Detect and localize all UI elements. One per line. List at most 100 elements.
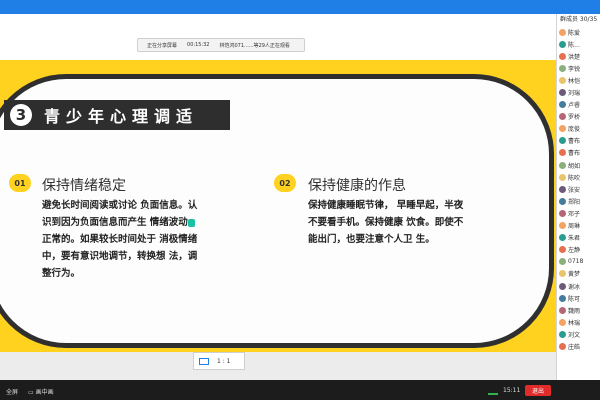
avatar (559, 161, 566, 169)
screen-icon (199, 357, 209, 365)
member-item[interactable]: 0718 (557, 256, 600, 268)
exit-button[interactable]: 退出 (525, 385, 551, 396)
member-item[interactable]: 魏雨 (557, 304, 600, 316)
meeting-timer: 00:15:32 (187, 42, 210, 48)
item-line: 识到因为负面信息而产生 情绪波动 (42, 214, 217, 231)
member-item[interactable]: 左静 (557, 244, 600, 256)
bottom-control-bar: 全屏 ▭ 画中画 15:11 退出 (0, 380, 600, 400)
member-item[interactable]: 胡如 (557, 159, 600, 171)
share-status-bar[interactable]: 正在分享屏幕 00:15:32 林恺鸿071......等29人正在观看 (137, 38, 305, 52)
avatar (559, 76, 566, 84)
member-item[interactable]: 刘文 (557, 328, 600, 340)
member-name: 黄梦 (568, 271, 581, 279)
member-item[interactable]: 曹布 (557, 147, 600, 159)
member-name: 周琳 (568, 223, 581, 231)
item-line: 不要看手机。保持健康 饮食。即使不 (308, 217, 464, 228)
member-item[interactable]: 洪楚 (557, 50, 600, 62)
fullscreen-button[interactable]: 全屏 (6, 387, 18, 396)
member-item[interactable]: 谢冰 (557, 280, 600, 292)
cursor-marker-icon (187, 218, 195, 227)
member-item[interactable]: 曹布 (557, 135, 600, 147)
member-name: 林恺 (568, 77, 581, 85)
ratio-control[interactable]: 1 : 1 (193, 352, 245, 370)
member-name: 陈吹 (568, 174, 581, 182)
member-item[interactable]: 罗桥 (557, 111, 600, 123)
member-item[interactable]: 邓子 (557, 207, 600, 219)
member-item[interactable]: 陈爱 (557, 26, 600, 38)
avatar (559, 318, 566, 326)
avatar (559, 52, 566, 60)
avatar (559, 306, 566, 314)
avatar (559, 149, 566, 157)
avatar (559, 89, 566, 97)
item-number-badge: 01 (9, 174, 31, 192)
member-name: 庞俊 (568, 126, 581, 134)
avatar (559, 246, 566, 254)
item-line: 整行为。 (42, 268, 81, 279)
member-panel: 群成员 30/35 陈爱 陈… 洪楚 李锐 林恺 刘瑞 卢睿 罗桥 庞俊 曹布 曹布 胡如 陈吹 张安 郑阳… (556, 14, 600, 380)
avatar (559, 28, 566, 36)
member-item[interactable]: 刘瑞 (557, 86, 600, 98)
member-name: 刘瑞 (568, 90, 581, 98)
section-number: 3 (10, 104, 32, 126)
member-item[interactable]: 陈… (557, 38, 600, 50)
item-title: 保持情绪稳定 (42, 178, 126, 194)
picture-in-picture-button[interactable]: ▭ 画中画 (28, 387, 54, 396)
item-number-badge: 02 (274, 174, 296, 192)
member-name: 左静 (568, 247, 581, 255)
member-name: 郑阳 (568, 198, 581, 206)
member-item[interactable]: 庞俊 (557, 123, 600, 135)
member-item[interactable]: 陈可 (557, 292, 600, 304)
viewer-count: 林恺鸿071......等29人正在观看 (219, 42, 290, 49)
avatar (559, 330, 566, 338)
avatar (559, 173, 566, 181)
avatar (559, 185, 566, 193)
avatar (559, 137, 566, 145)
member-item[interactable]: 李锐 (557, 62, 600, 74)
member-name: 胡如 (568, 162, 581, 170)
member-name: 李锐 (568, 65, 581, 73)
member-item[interactable]: 黄梦 (557, 268, 600, 280)
member-list: 陈爱 陈… 洪楚 李锐 林恺 刘瑞 卢睿 罗桥 庞俊 曹布 曹布 胡如 陈吹 张安 郑阳 邓子 周琳 朱君 左静 07… (557, 26, 600, 353)
member-item[interactable]: 朱君 (557, 232, 600, 244)
avatar (559, 40, 566, 48)
toolbar-strip (0, 352, 556, 380)
avatar (559, 294, 566, 302)
member-name: 邓子 (568, 210, 581, 218)
member-name: 魏雨 (568, 307, 581, 315)
member-name: 刘文 (568, 331, 581, 339)
avatar (559, 282, 566, 290)
member-item[interactable]: 周琳 (557, 220, 600, 232)
meeting-header (0, 14, 556, 60)
member-item[interactable]: 郑阳 (557, 195, 600, 207)
member-name: 陈爱 (568, 29, 581, 37)
member-item[interactable]: 卢睿 (557, 99, 600, 111)
avatar (559, 101, 566, 109)
item-line: 能出门，也要注意个人卫 生。 (308, 234, 435, 245)
ratio-label: 1 : 1 (217, 357, 231, 365)
member-name: 曹布 (568, 150, 581, 158)
avatar (559, 222, 566, 230)
item-line: 避免长时间阅读或讨论 负面信息。认 (42, 200, 198, 211)
member-item[interactable]: 林瑞 (557, 316, 600, 328)
member-name: 林瑞 (568, 319, 581, 327)
member-name: 卢睿 (568, 102, 581, 110)
item-line: 中，要有意识地调节，转换想 法，调 (42, 251, 198, 262)
pip-label: 画中画 (35, 389, 54, 396)
member-item[interactable]: 林恺 (557, 74, 600, 86)
avatar (559, 64, 566, 72)
item-line: 正常的。如果较长时间处于 消极情绪 (42, 234, 198, 245)
item-title: 保持健康的作息 (308, 178, 406, 194)
member-name: 0718 (568, 258, 584, 266)
member-panel-header: 群成员 30/35 (560, 16, 598, 23)
member-item[interactable]: 陈吹 (557, 171, 600, 183)
avatar (559, 125, 566, 133)
shared-slide: ▬▬▬▬ ▬▬▬ 3 青少年心理调适 01 保持情绪稳定 避免长时间阅读或讨论 … (0, 60, 556, 352)
member-name: 洪楚 (568, 53, 581, 61)
member-item[interactable]: 庄皓 (557, 340, 600, 352)
member-name: 罗桥 (568, 114, 581, 122)
avatar (559, 270, 566, 278)
avatar (559, 234, 566, 242)
member-name: 陈… (568, 41, 581, 49)
member-item[interactable]: 张安 (557, 183, 600, 195)
